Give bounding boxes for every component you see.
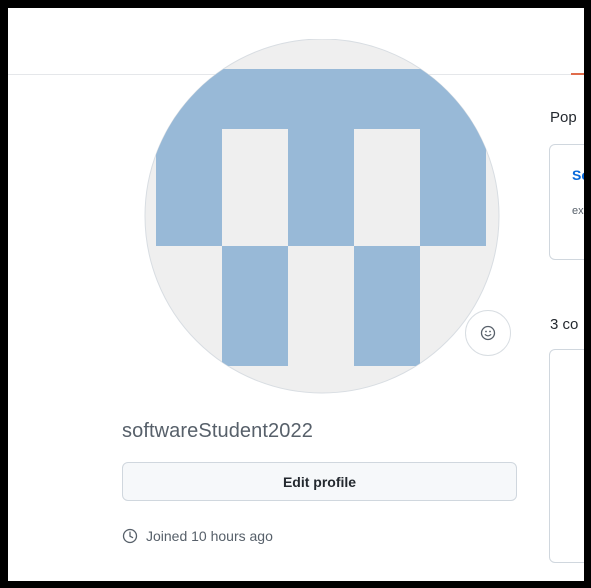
- edit-profile-button[interactable]: Edit profile: [122, 462, 517, 501]
- set-status-button[interactable]: [465, 310, 511, 356]
- identicon-avatar-icon: [144, 39, 500, 394]
- profile-page: softwareStudent2022 Edit profile Joined …: [8, 8, 584, 581]
- popular-repos-heading: Pop: [550, 109, 577, 126]
- contributions-graph: [549, 349, 584, 563]
- avatar[interactable]: [122, 39, 522, 395]
- smiley-icon: [480, 325, 496, 341]
- contributions-heading: 3 co: [550, 316, 579, 333]
- repo-link[interactable]: Sc: [572, 167, 584, 183]
- joined-info: Joined 10 hours ago: [122, 528, 273, 544]
- active-tab-underline: [571, 73, 584, 75]
- joined-text: Joined 10 hours ago: [146, 528, 273, 544]
- repo-card: Sc ex: [549, 144, 584, 260]
- clock-icon: [122, 528, 138, 544]
- repo-description: ex: [572, 205, 584, 217]
- username: softwareStudent2022: [122, 420, 313, 442]
